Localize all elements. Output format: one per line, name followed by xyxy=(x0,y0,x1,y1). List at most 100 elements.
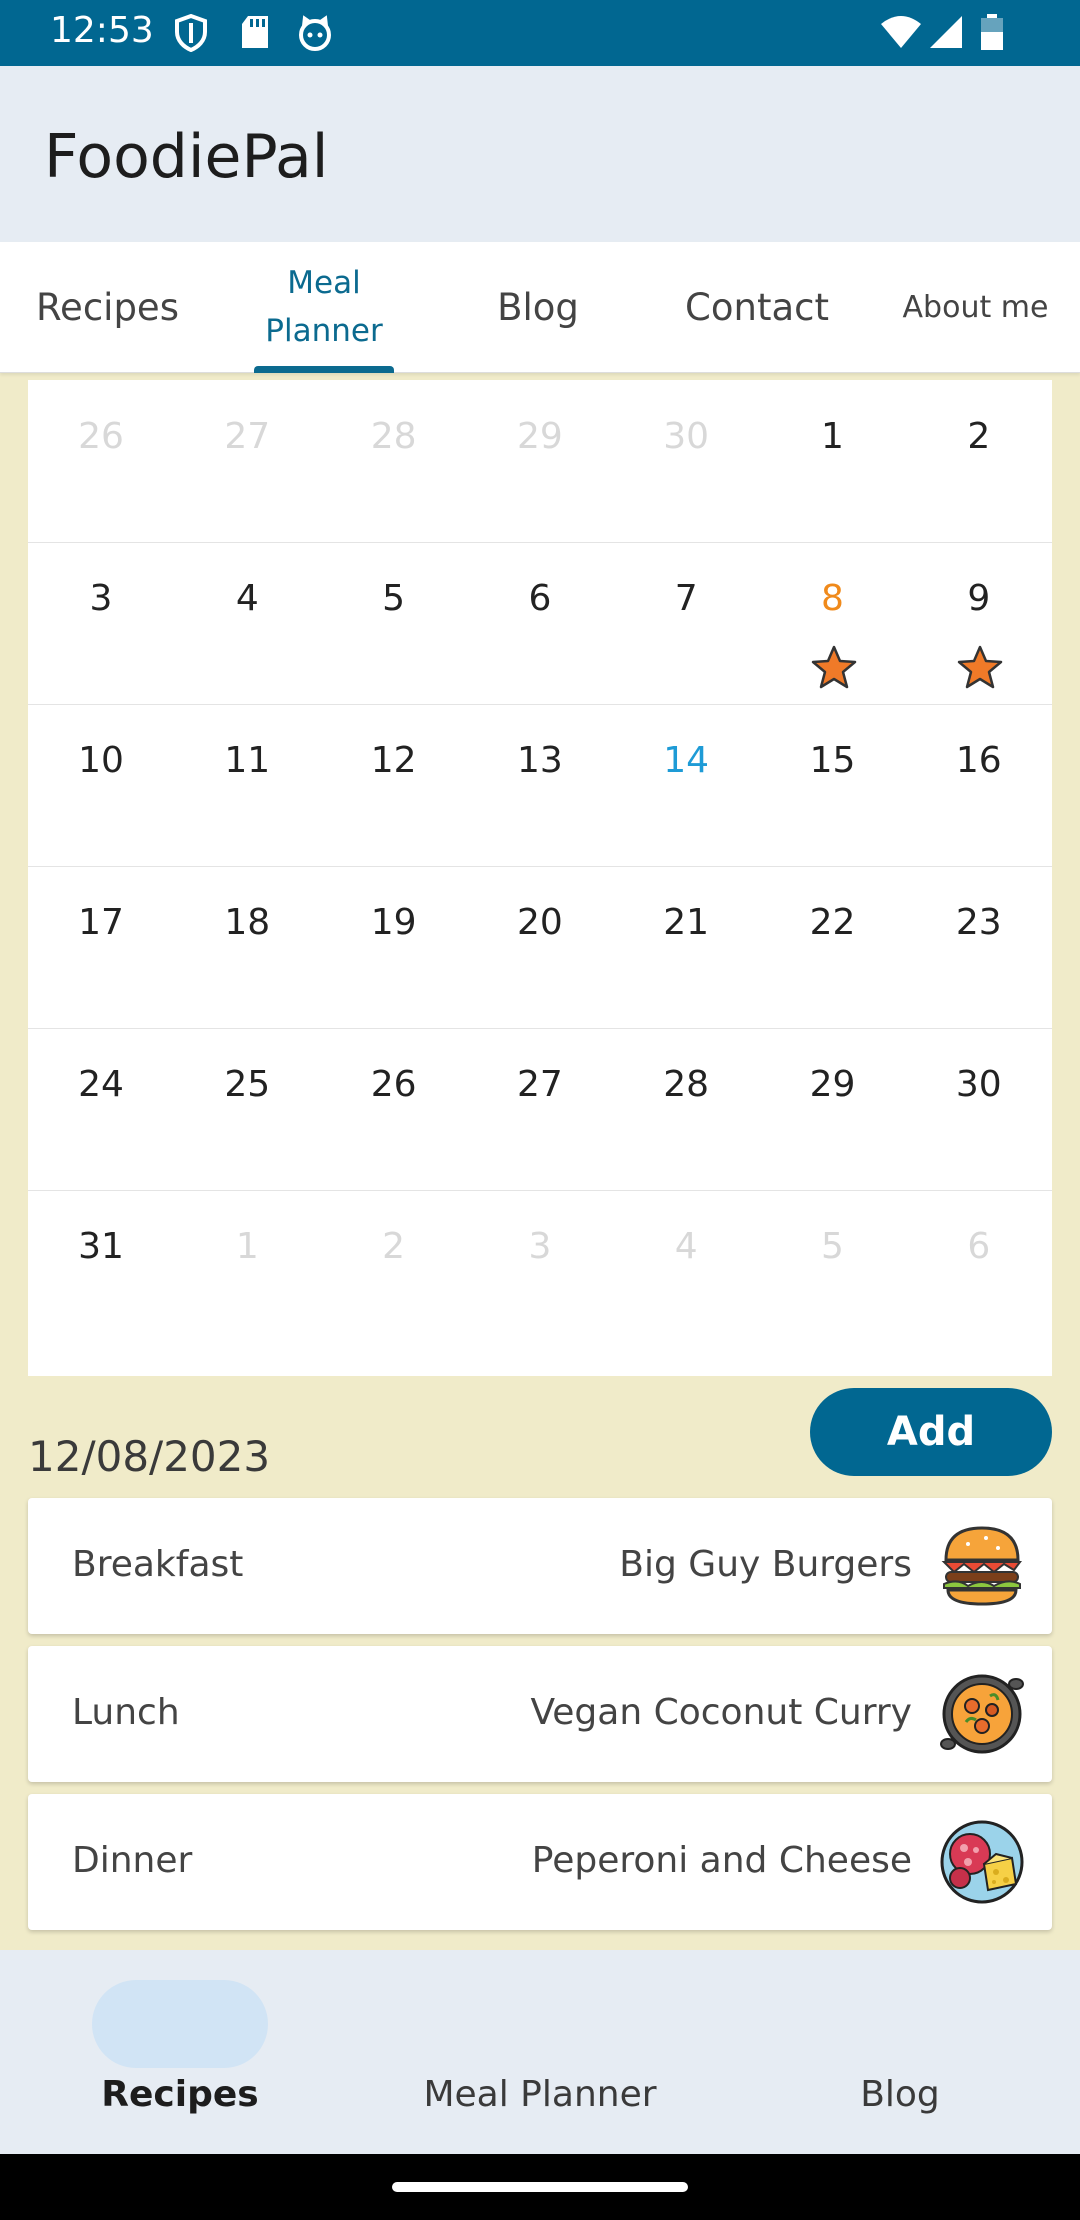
meal-recipe-name: Big Guy Burgers xyxy=(619,1544,912,1585)
calendar-day[interactable]: 1 xyxy=(174,1190,320,1352)
calendar-day[interactable]: 2 xyxy=(906,380,1052,542)
calendar-day[interactable]: 15 xyxy=(760,704,906,866)
calendar-day-number: 6 xyxy=(967,1226,991,1267)
calendar-day-number: 5 xyxy=(382,578,406,619)
add-meal-button[interactable]: Add xyxy=(810,1388,1052,1476)
calendar-day[interactable]: 28 xyxy=(613,1028,759,1190)
calendar-day[interactable]: 5 xyxy=(321,542,467,704)
calendar-grid: 26 27 28 29 30 1 2 3 4 5 6 7 8 9 10 11 12 13 14 15 16 17 18 19 2… xyxy=(28,380,1052,1376)
meal-type: Lunch xyxy=(72,1692,180,1733)
calendar-day[interactable]: 6 xyxy=(906,1190,1052,1352)
calendar-day[interactable]: 4 xyxy=(174,542,320,704)
calendar-day[interactable]: 10 xyxy=(28,704,174,866)
calendar-day-number: 27 xyxy=(224,416,271,457)
calendar-day[interactable]: 21 xyxy=(613,866,759,1028)
calendar-day-number: 16 xyxy=(955,740,1002,781)
calendar-day[interactable]: 4 xyxy=(613,1190,759,1352)
calendar-day-number: 19 xyxy=(370,902,417,943)
app-title: FoodiePal xyxy=(44,122,329,192)
cat-face-icon xyxy=(299,15,331,51)
burger-icon xyxy=(941,1526,1022,1606)
calendar-day-number: 4 xyxy=(674,1226,698,1267)
bottom-nav-blog[interactable]: Blog xyxy=(720,1950,1080,2154)
calendar-day-number: 2 xyxy=(967,416,991,457)
calendar-day-number: 9 xyxy=(967,578,991,619)
calendar-day[interactable]: 7 xyxy=(613,542,759,704)
meal-recipe-name: Peperoni and Cheese xyxy=(531,1840,912,1881)
meal-type: Breakfast xyxy=(72,1544,244,1585)
calendar-day-number: 12 xyxy=(370,740,417,781)
calendar-day-number: 5 xyxy=(821,1226,844,1267)
tab-recipes[interactable]: Recipes xyxy=(0,242,215,372)
calendar-day[interactable]: 24 xyxy=(28,1028,174,1190)
tab-contact[interactable]: Contact xyxy=(643,242,871,372)
calendar-day-number: 29 xyxy=(516,416,563,457)
status-bar: 12:53 xyxy=(0,0,1080,66)
calendar-day-number: 11 xyxy=(224,740,271,781)
bottom-nav-recipes[interactable]: Recipes xyxy=(0,1950,360,2154)
calendar-day[interactable]: 18 xyxy=(174,866,320,1028)
calendar-day-number: 3 xyxy=(528,1226,552,1267)
calendar-day[interactable]: 22 xyxy=(760,866,906,1028)
calendar-day-number: 10 xyxy=(78,740,124,781)
calendar-day-number: 24 xyxy=(78,1064,124,1105)
calendar-day[interactable]: 28 xyxy=(321,380,467,542)
calendar-day[interactable]: 29 xyxy=(467,380,613,542)
calendar-day[interactable]: 27 xyxy=(174,380,320,542)
tab-about-me[interactable]: About me xyxy=(871,242,1080,372)
calendar-day[interactable]: 13 xyxy=(467,704,613,866)
calendar-day[interactable]: 19 xyxy=(321,866,467,1028)
tab-label: Contact xyxy=(685,285,829,329)
calendar-day[interactable]: 3 xyxy=(28,542,174,704)
bottom-nav-meal-planner[interactable]: Meal Planner xyxy=(360,1950,720,2154)
calendar-day-number: 23 xyxy=(955,902,1002,943)
meal-card-lunch[interactable]: Lunch Vegan Coconut Curry xyxy=(28,1646,1052,1782)
calendar-day[interactable]: 16 xyxy=(906,704,1052,866)
calendar-day-number: 26 xyxy=(78,416,124,457)
calendar-day-number: 7 xyxy=(674,578,698,619)
calendar-day[interactable]: 30 xyxy=(613,380,759,542)
calendar-day-number: 22 xyxy=(809,902,856,943)
meal-card-breakfast[interactable]: Breakfast Big Guy Burgers xyxy=(28,1498,1052,1634)
calendar-day[interactable]: 31 xyxy=(28,1190,174,1352)
calendar-day[interactable]: 27 xyxy=(467,1028,613,1190)
pepperoni-cheese-icon xyxy=(940,1820,1024,1904)
calendar-day[interactable]: 25 xyxy=(174,1028,320,1190)
sd-card-icon xyxy=(242,16,268,48)
calendar-day[interactable]: 5 xyxy=(760,1190,906,1352)
calendar-day[interactable]: 29 xyxy=(760,1028,906,1190)
meal-recipe-name: Vegan Coconut Curry xyxy=(530,1692,912,1733)
calendar-day[interactable]: 26 xyxy=(28,380,174,542)
calendar-day[interactable]: 20 xyxy=(467,866,613,1028)
calendar-day[interactable]: 26 xyxy=(321,1028,467,1190)
calendar-day-number: 4 xyxy=(235,578,259,619)
calendar-day[interactable]: 12 xyxy=(321,704,467,866)
selected-date: 12/08/2023 xyxy=(28,1432,271,1481)
calendar-day[interactable]: 14 xyxy=(613,704,759,866)
bottom-nav-label: Recipes xyxy=(101,2074,259,2115)
meal-card-dinner[interactable]: Dinner Peperoni and Cheese xyxy=(28,1794,1052,1930)
top-tabs: Recipes Meal Planner Blog Contact About … xyxy=(0,242,1080,373)
calendar-day[interactable]: 17 xyxy=(28,866,174,1028)
calendar-day[interactable]: 3 xyxy=(467,1190,613,1352)
calendar-day[interactable]: 2 xyxy=(321,1190,467,1352)
star-icon xyxy=(811,645,856,689)
tab-blog[interactable]: Blog xyxy=(433,242,643,372)
calendar-day-number: 17 xyxy=(78,902,124,943)
calendar-day[interactable]: 1 xyxy=(760,380,906,542)
bottom-nav-label: Blog xyxy=(860,2074,940,2115)
calendar-day[interactable]: 9 xyxy=(906,542,1052,704)
calendar-week-row: 17 18 19 20 21 22 23 xyxy=(28,866,1052,1029)
cellular-signal-icon xyxy=(930,16,962,48)
calendar-day[interactable]: 23 xyxy=(906,866,1052,1028)
home-gesture-handle[interactable] xyxy=(392,2182,688,2192)
calendar-day[interactable]: 11 xyxy=(174,704,320,866)
calendar-day-number: 30 xyxy=(663,416,710,457)
calendar-day[interactable]: 30 xyxy=(906,1028,1052,1190)
calendar-week-row: 3 4 5 6 7 8 9 xyxy=(28,542,1052,705)
calendar-day[interactable]: 8 xyxy=(760,542,906,704)
calendar-day-number: 6 xyxy=(528,578,552,619)
calendar-day-number: 31 xyxy=(78,1226,124,1267)
tab-meal-planner[interactable]: Meal Planner xyxy=(215,242,433,372)
calendar-day[interactable]: 6 xyxy=(467,542,613,704)
